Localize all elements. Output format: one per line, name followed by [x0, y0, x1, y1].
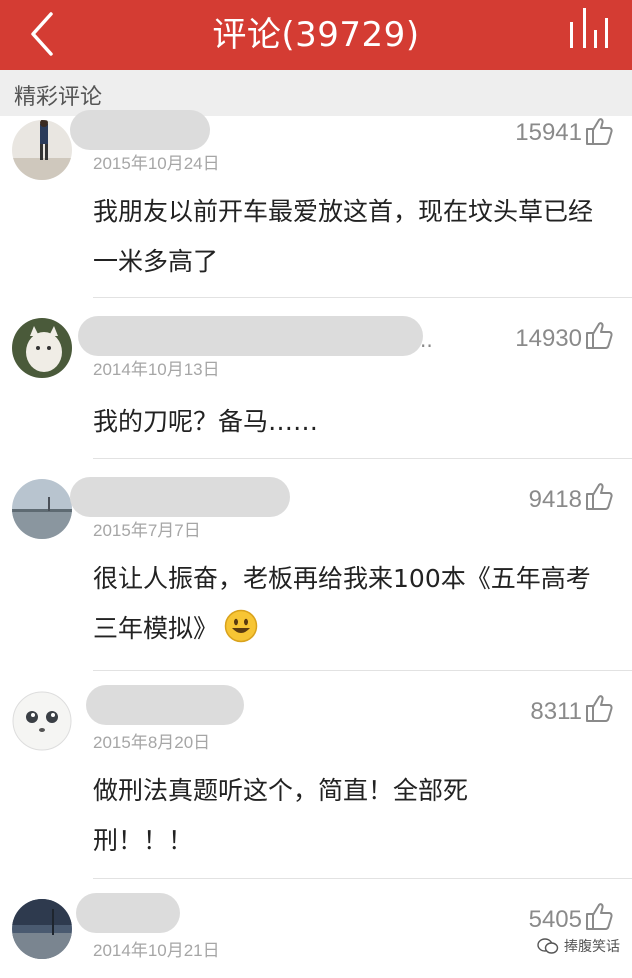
avatar[interactable]: [12, 691, 72, 751]
thumbs-up-icon[interactable]: [584, 901, 614, 931]
like-count: 15941: [515, 119, 582, 146]
wechat-icon: [537, 938, 559, 954]
comment-text: 很让人振奋，老板再给我来100本《五年高考三年模拟》: [93, 554, 603, 654]
like-count: 14930: [515, 325, 582, 352]
avatar[interactable]: [12, 318, 72, 378]
comment-item[interactable]: 2015年7月7日 9418 很让人振奋，老板再给我来100本《五年高考三年模拟…: [0, 459, 632, 671]
username-redacted[interactable]: [70, 477, 290, 517]
username-redacted[interactable]: [86, 685, 244, 725]
watermark: 捧腹笑话: [537, 936, 620, 956]
comment-text: 做刑法真题听这个，简直！全部死刑！！！: [93, 776, 469, 855]
thumbs-up-icon[interactable]: [584, 320, 614, 350]
username-redacted[interactable]: [76, 893, 180, 933]
bar-chart-icon: [570, 8, 608, 48]
thumbs-up-icon[interactable]: [584, 693, 614, 723]
comment-text: 我朋友以前开车最爱放这首，现在坟头草已经一米多高了: [93, 197, 594, 276]
comment-item[interactable]: 2014年10月21日 5405: [0, 879, 632, 978]
username-redacted[interactable]: [70, 110, 210, 150]
comment-date: 2015年8月20日: [93, 733, 211, 752]
comment-date: 2014年10月21日: [93, 941, 220, 960]
page-title: 评论(39729): [212, 15, 420, 55]
smiley-emoji-icon: [224, 609, 258, 643]
comment-item[interactable]: .. 2014年10月13日 14930 我的刀呢？备马……: [0, 298, 632, 459]
like-count: 5405: [528, 906, 582, 933]
username-redacted[interactable]: [78, 316, 423, 356]
comment-item[interactable]: 2015年10月24日 15941 我朋友以前开车最爱放这首，现在坟头草已经一米…: [0, 110, 632, 298]
section-label: 精彩评论: [14, 85, 103, 110]
comment-date: 2015年7月7日: [93, 521, 201, 540]
like-count: 8311: [530, 698, 582, 725]
top-bar: 评论(39729): [0, 0, 632, 70]
avatar[interactable]: [12, 899, 72, 959]
comment-date: 2014年10月13日: [93, 360, 220, 379]
like-count: 9418: [528, 486, 582, 513]
comment-text-content: 很让人振奋，老板再给我来100本《五年高考三年模拟》: [93, 564, 591, 643]
thumbs-up-icon[interactable]: [584, 116, 614, 146]
avatar[interactable]: [12, 479, 72, 539]
watermark-text: 捧腹笑话: [564, 939, 620, 955]
comment-item[interactable]: 2015年8月20日 8311 做刑法真题听这个，简直！全部死刑！！！: [0, 671, 632, 879]
comment-text: 我的刀呢？备马……: [93, 407, 319, 436]
avatar[interactable]: [12, 120, 72, 180]
chart-button[interactable]: [564, 6, 612, 52]
comment-date: 2015年10月24日: [93, 154, 220, 173]
thumbs-up-icon[interactable]: [584, 481, 614, 511]
name-ellipsis: ..: [420, 328, 433, 352]
